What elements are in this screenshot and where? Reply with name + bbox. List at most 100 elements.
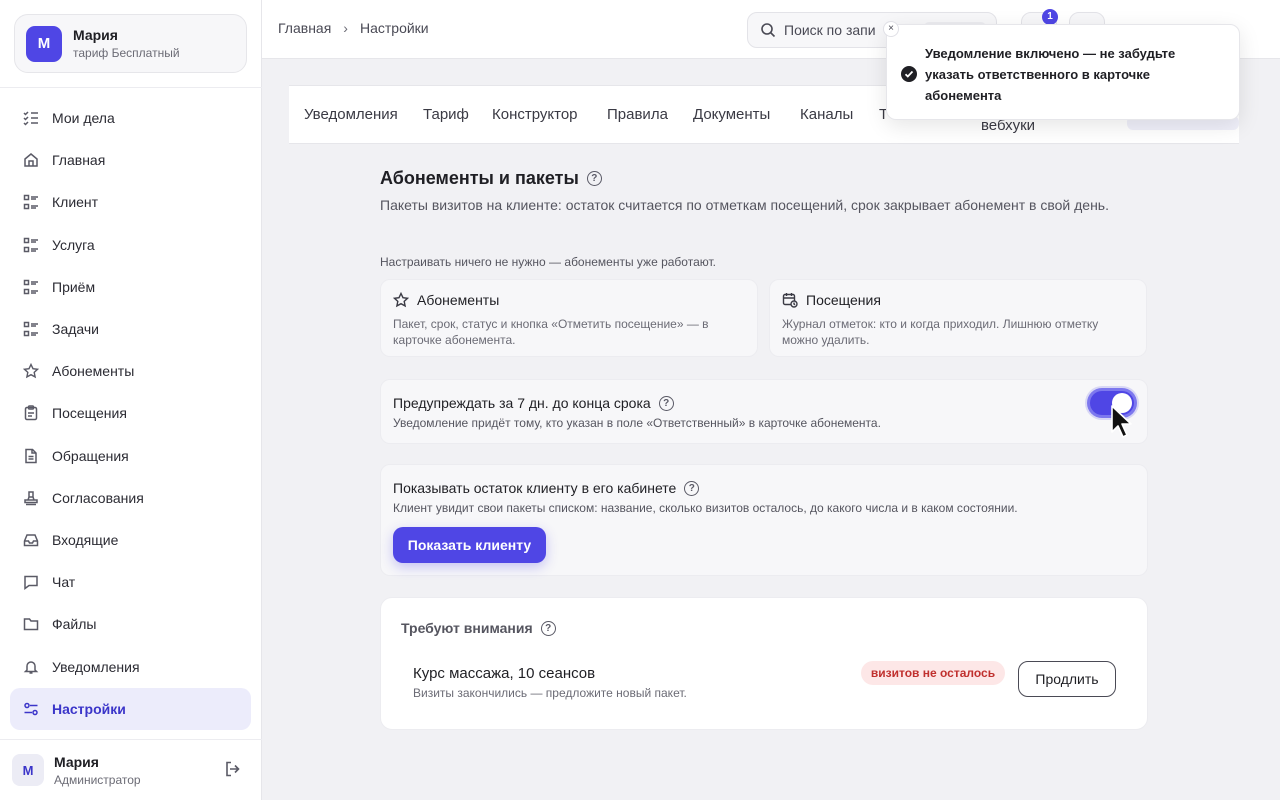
tab-documents[interactable]: Документы [693,106,770,123]
sidebar-item-label: Уведомления [52,658,140,675]
inbox-icon [22,531,40,549]
sidebar-divider [0,739,262,740]
sidebar-item-label: Файлы [52,616,97,633]
tab-notifications[interactable]: Уведомления [304,106,398,123]
logout-icon[interactable] [224,760,244,780]
sidebar-item-my-tasks[interactable]: Мои дела [10,97,251,139]
toast-close-button[interactable]: × [883,21,899,37]
sidebar-item-requests[interactable]: Обращения [10,435,251,477]
help-icon[interactable]: ? [540,620,556,636]
card-description: Журнал отметок: кто и когда приходил. Ли… [782,317,1099,347]
search-placeholder: Поиск по запи [784,22,876,38]
help-icon[interactable]: ? [658,395,674,411]
breadcrumb: Главная › Настройки [278,20,429,36]
help-icon[interactable]: ? [684,480,700,496]
setting-title: Показывать остаток клиенту в его кабинет… [393,480,700,496]
sidebar-item-label: Услуга [52,236,95,253]
toast-notification: × Уведомление включено — не забудьте ука… [883,21,1240,120]
list-icon [22,278,40,296]
attention-item-description: Визиты закончились — предложите новый па… [413,686,687,700]
sliders-icon [22,700,40,718]
status-badge: визитов не осталось [861,661,1005,685]
card-title: Посещения [806,292,881,308]
sidebar-item-client[interactable]: Клиент [10,181,251,223]
breadcrumb-home[interactable]: Главная [278,20,331,36]
clipboard-icon [22,404,40,422]
sidebar-item-notifications[interactable]: Уведомления [10,645,251,687]
section-title: Абонементы и пакеты [380,168,579,188]
sidebar-divider [0,87,262,88]
sidebar-item-inbox[interactable]: Входящие [10,519,251,561]
renew-button[interactable]: Продлить [1018,661,1116,697]
tab-rules[interactable]: Правила [607,106,668,123]
list-icon [22,193,40,211]
page-title: Абонементы и пакеты ? [380,168,602,189]
sidebar-item-label: Чат [52,574,76,591]
sidebar-item-chat[interactable]: Чат [10,561,251,603]
card-description: Пакет, срок, статус и кнопка «Отметить п… [393,317,709,347]
sidebar-item-tasks[interactable]: Задачи [10,308,251,350]
card-title: Абонементы [417,292,500,308]
account-avatar: М [26,25,62,62]
notification-badge: 1 [1042,9,1058,25]
document-icon [22,447,40,465]
show-to-client-button[interactable]: Показать клиенту [393,527,546,563]
account-name: Мария [73,27,118,43]
sidebar-item-label: Главная [52,152,106,169]
avatar: М [12,754,44,786]
calendar-clock-icon [782,292,798,308]
sidebar-item-label: Клиент [52,194,99,211]
sidebar-item-files[interactable]: Файлы [10,603,251,645]
help-icon[interactable]: ? [586,171,602,186]
chat-icon [22,573,40,591]
user-name: Мария [54,753,99,770]
sidebar-item-service[interactable]: Услуга [10,224,251,266]
sidebar-item-label: Абонементы [52,363,135,380]
toast-message: Уведомление включено — не забудьте указа… [925,46,1176,103]
sidebar-item-label: Обращения [52,447,129,464]
stamp-icon [22,489,40,507]
setting-title-text: Показывать остаток клиенту в его кабинет… [393,480,677,496]
account-plan: тариф Бесплатный [73,46,180,60]
sidebar-item-label: Мои дела [52,110,115,127]
visits-card[interactable]: Посещения Журнал отметок: кто и когда пр… [769,279,1147,357]
sidebar-nav: Мои дела Главная Клиент Услуга Приём Зад… [10,97,251,730]
subscriptions-card[interactable]: Абонементы Пакет, срок, статус и кнопка … [380,279,758,357]
account-switcher[interactable]: М Мария тариф Бесплатный [14,14,247,73]
setting-description: Уведомление придёт тому, кто указан в по… [393,416,881,430]
attention-item-title: Курс массажа, 10 сеансов [413,665,596,682]
sidebar-item-subscriptions[interactable]: Абонементы [10,350,251,392]
sidebar-item-visits[interactable]: Посещения [10,392,251,434]
mouse-cursor-icon [1111,405,1132,438]
folder-icon [22,615,40,633]
sidebar-item-appointment[interactable]: Приём [10,266,251,308]
list-icon [22,236,40,254]
setting-title: Предупреждать за 7 дн. до конца срока ? [393,395,674,411]
tab-constructor[interactable]: Конструктор [492,106,578,123]
list-icon [22,320,40,338]
chevron-right-icon: › [343,20,348,36]
tab-channels[interactable]: Каналы [800,106,853,123]
checklist-icon [22,109,40,127]
setting-title-text: Предупреждать за 7 дн. до конца срока [393,395,651,411]
home-icon [22,151,40,169]
attention-title-text: Требуют внимания [401,620,533,636]
sidebar-item-settings[interactable]: Настройки [10,687,251,730]
star-icon [392,291,410,308]
bell-icon [22,658,40,676]
sidebar-item-label: Задачи [52,321,100,338]
reminder-setting: Предупреждать за 7 дн. до конца срока ? … [380,379,1148,444]
section-note: Настраивать ничего не нужно — абонементы… [380,255,716,269]
sidebar-item-label: Входящие [52,531,119,548]
section-description: Пакеты визитов на клиенте: остаток счита… [380,197,1109,213]
user-role: Администратор [54,772,141,787]
current-user: М Мария Администратор [12,750,250,790]
sidebar-item-label: Посещения [52,405,127,422]
client-view-setting: Показывать остаток клиенту в его кабинет… [380,464,1148,576]
sidebar-item-approvals[interactable]: Согласования [10,477,251,519]
breadcrumb-current: Настройки [359,20,429,36]
sidebar-item-home[interactable]: Главная [10,139,251,181]
sidebar-item-label: Приём [52,278,96,295]
star-icon [22,362,40,380]
tab-plan[interactable]: Тариф [423,106,469,123]
